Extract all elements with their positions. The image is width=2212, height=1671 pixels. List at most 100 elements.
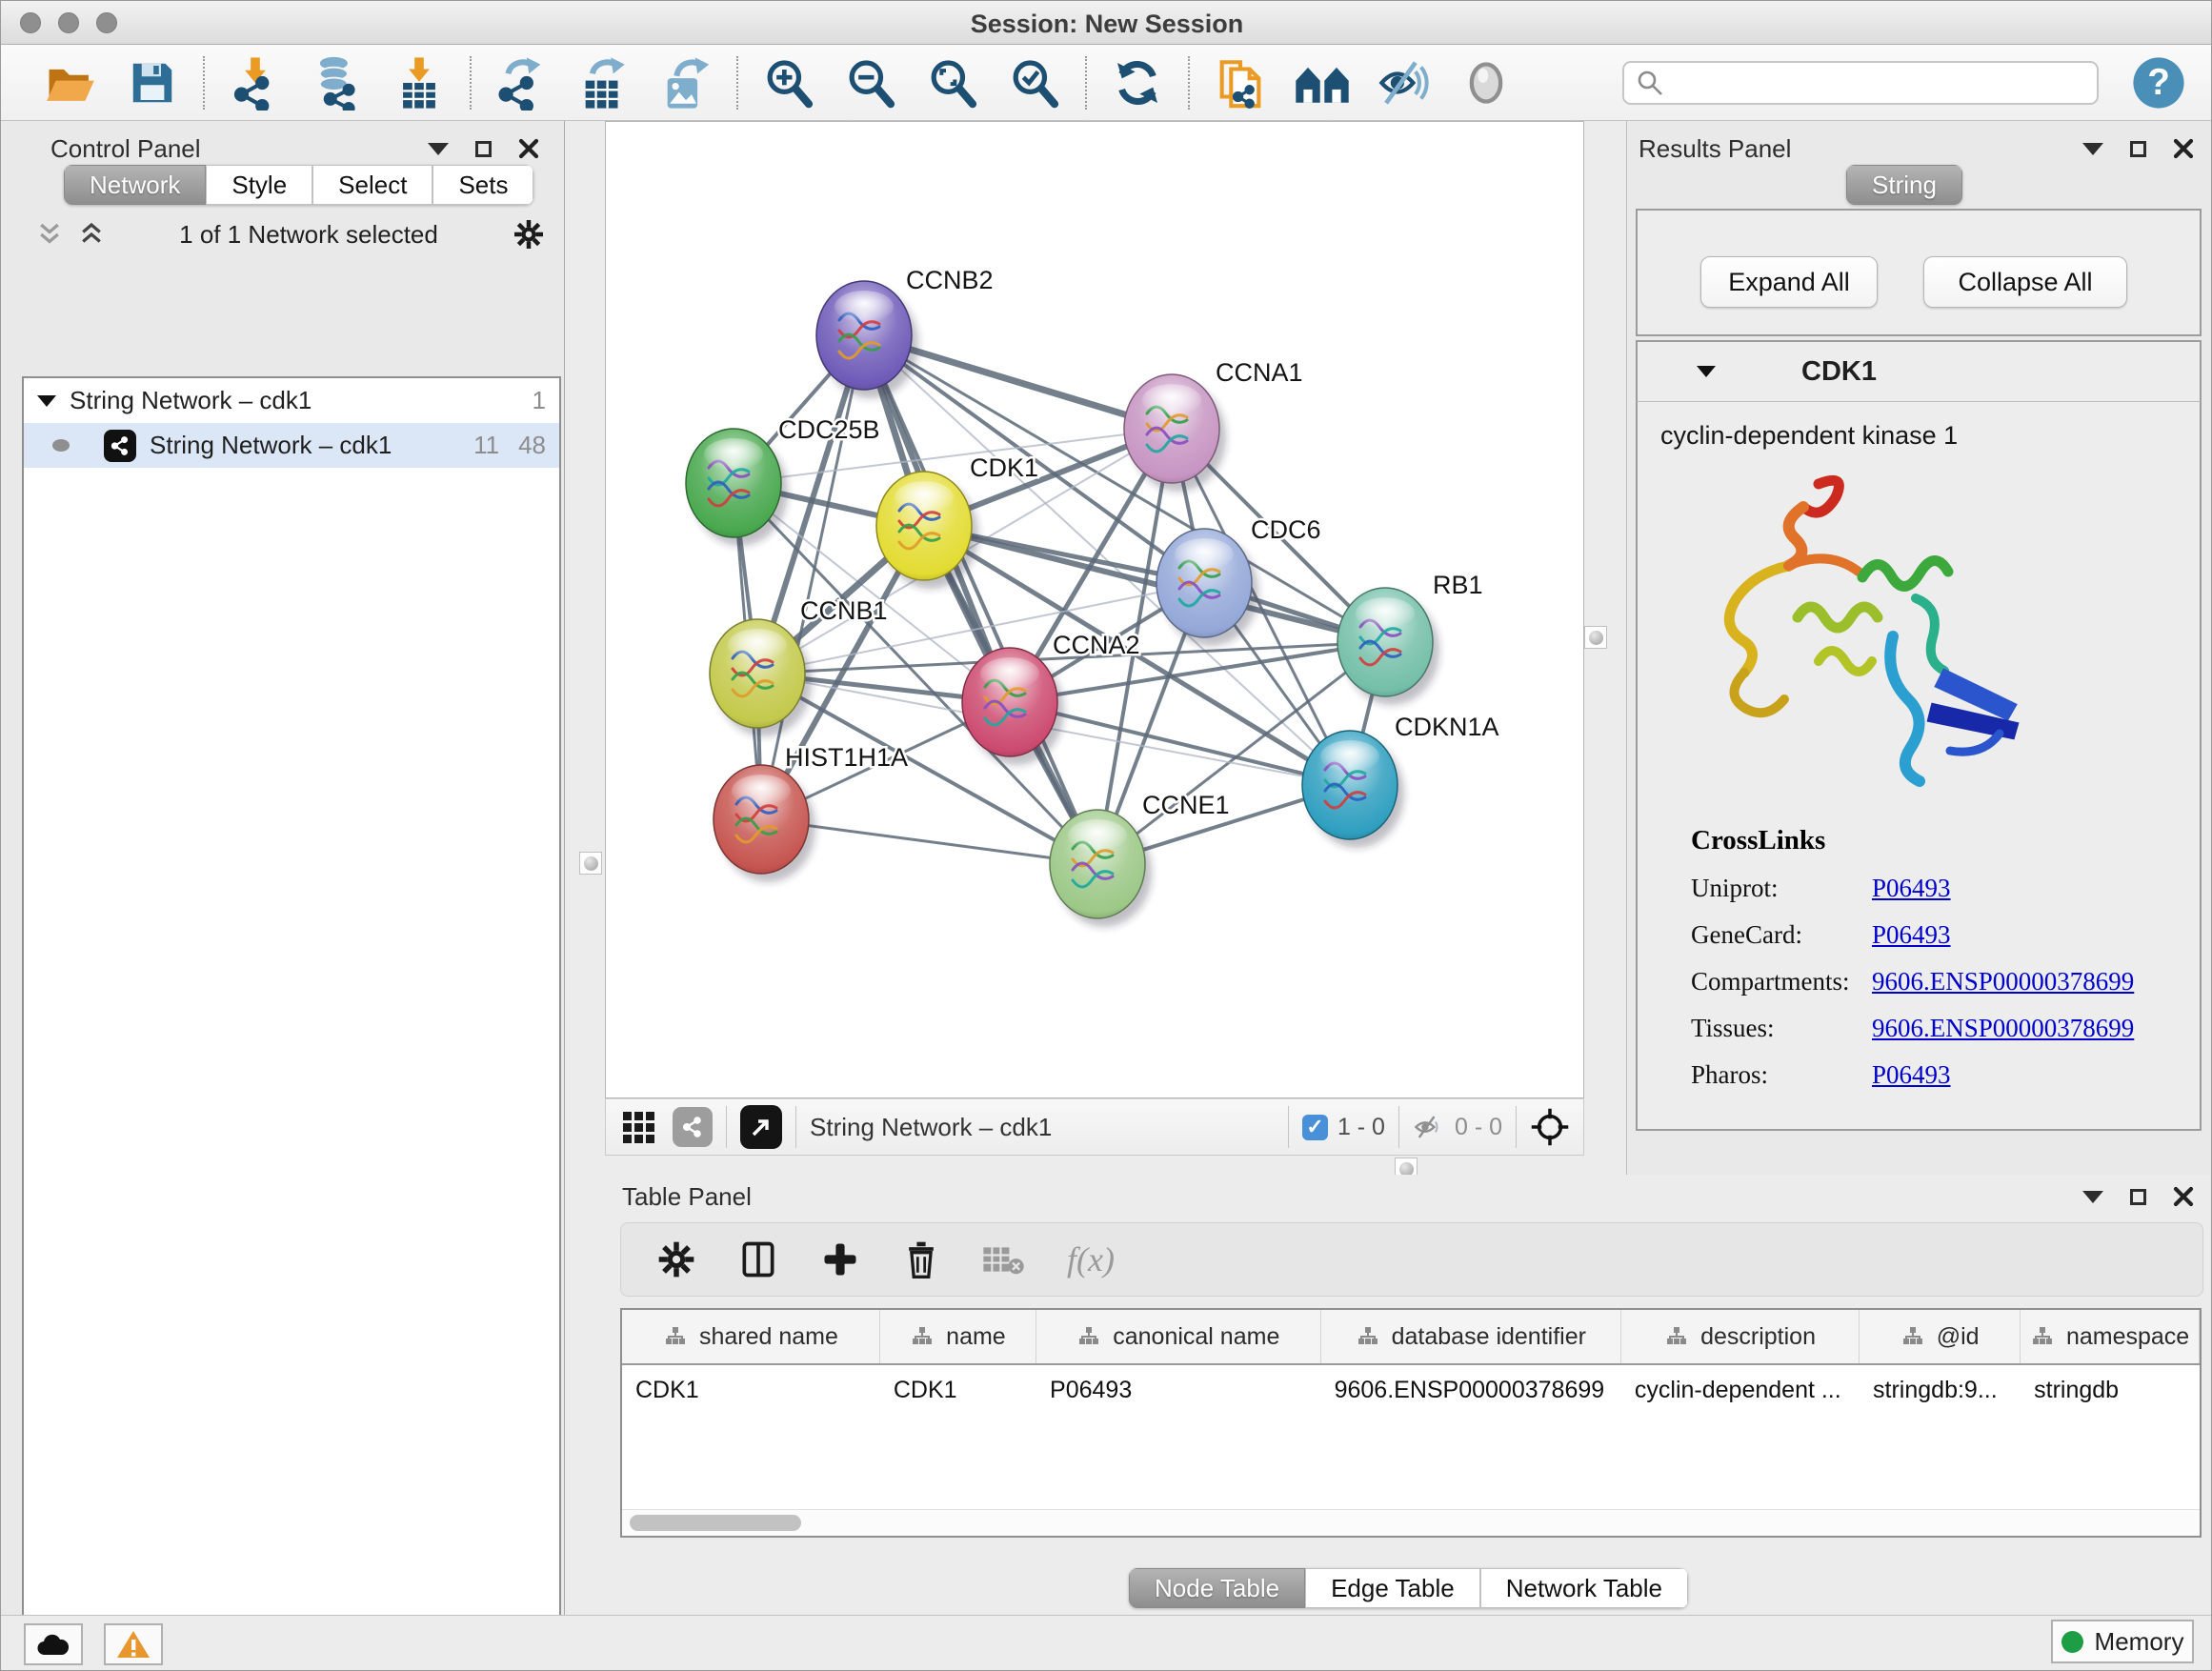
scrollbar-thumb[interactable]	[630, 1515, 801, 1531]
show-columns-icon[interactable]	[737, 1238, 779, 1280]
network-row-selected[interactable]: String Network – cdk1 11 48	[24, 423, 559, 468]
panel-collapse-icon[interactable]	[2082, 143, 2103, 155]
string-view-icon[interactable]	[673, 1107, 713, 1147]
help-button[interactable]: ?	[2131, 55, 2186, 111]
node-CDC6[interactable]: CDC6	[1156, 515, 1321, 646]
function-builder-icon[interactable]: f(x)	[1067, 1239, 1115, 1279]
zoom-out-button[interactable]	[830, 52, 912, 113]
column-header-@id[interactable]: @id	[1860, 1310, 2021, 1363]
column-header-shared-name[interactable]: shared name	[622, 1310, 880, 1363]
node-CCNB2[interactable]: CCNB2	[816, 266, 994, 398]
tab-edge-table[interactable]: Edge Table	[1305, 1568, 1480, 1608]
refresh-icon	[1111, 56, 1164, 110]
table-settings-gear-icon[interactable]	[655, 1238, 697, 1280]
expand-all-chevron-icon[interactable]	[35, 220, 64, 249]
export-image-button[interactable]	[645, 52, 727, 113]
column-header-description[interactable]: description	[1621, 1310, 1860, 1363]
clone-network-button[interactable]	[1199, 52, 1281, 113]
table-horizontal-scrollbar[interactable]	[622, 1509, 2200, 1536]
panel-float-icon[interactable]	[2130, 1189, 2146, 1205]
import-table-from-file-button[interactable]	[378, 52, 460, 113]
table-cell[interactable]: CDK1	[880, 1377, 1036, 1404]
edge-CCNB2-CCNE1[interactable]	[864, 335, 1097, 864]
panel-close-icon[interactable]	[2173, 138, 2194, 159]
table-cell[interactable]: CDK1	[622, 1377, 880, 1404]
selected-checkbox-icon[interactable]: ✓	[1302, 1115, 1328, 1140]
column-header-canonical-name[interactable]: canonical name	[1036, 1310, 1321, 1363]
open-in-window-icon[interactable]	[740, 1105, 782, 1149]
show-all-button[interactable]	[1445, 52, 1527, 113]
tab-sets[interactable]: Sets	[432, 165, 533, 205]
network-collection-row[interactable]: String Network – cdk1 1	[24, 378, 559, 423]
crosslink-link[interactable]: 9606.ENSP00000378699	[1872, 1014, 2134, 1043]
table-cell[interactable]: 9606.ENSP00000378699	[1321, 1377, 1621, 1404]
delete-table-icon[interactable]	[981, 1242, 1027, 1277]
column-header-namespace[interactable]: namespace	[2021, 1310, 2200, 1363]
node-CCNE1[interactable]: CCNE1	[1050, 791, 1230, 927]
export-table-icon	[576, 55, 632, 111]
tab-network[interactable]: Network	[64, 165, 206, 205]
memory-button[interactable]: Memory	[2051, 1620, 2194, 1663]
import-network-from-database-button[interactable]	[296, 52, 378, 113]
column-header-database-identifier[interactable]: database identifier	[1321, 1310, 1621, 1363]
panel-collapse-icon[interactable]	[428, 143, 449, 155]
open-session-button[interactable]	[30, 52, 111, 113]
network-graph[interactable]: CCNB2CCNA1CDC25BCDK1CDC6RB1CCNB1CCNA2CDK…	[606, 122, 1583, 1097]
network-canvas[interactable]: CCNB2CCNA1CDC25BCDK1CDC6RB1CCNB1CCNA2CDK…	[605, 121, 1584, 1098]
table-cell[interactable]: cyclin-dependent ...	[1621, 1377, 1860, 1404]
node-RB1[interactable]: RB1	[1337, 571, 1483, 705]
expand-all-button[interactable]: Expand All	[1700, 256, 1878, 308]
tab-network-table[interactable]: Network Table	[1480, 1568, 1688, 1608]
fit-selected-button[interactable]	[994, 52, 1076, 113]
panel-close-icon[interactable]	[2173, 1186, 2194, 1207]
hide-selected-button[interactable]	[1363, 52, 1445, 113]
search-input[interactable]	[1674, 70, 2085, 96]
left-splitter-grip[interactable]	[579, 852, 602, 875]
first-neighbors-button[interactable]	[1281, 52, 1363, 113]
crosslink-link[interactable]: P06493	[1872, 920, 1951, 950]
refresh-layout-button[interactable]	[1096, 52, 1178, 113]
birdseye-crosshair-icon[interactable]	[1530, 1107, 1570, 1147]
tab-string[interactable]: String	[1846, 165, 1962, 205]
panel-close-icon[interactable]	[518, 138, 539, 159]
zoom-in-button[interactable]	[748, 52, 830, 113]
warning-button[interactable]	[104, 1623, 163, 1665]
panel-float-icon[interactable]	[2130, 141, 2146, 157]
table-cell[interactable]: stringdb:9...	[1860, 1377, 2021, 1404]
add-column-plus-icon[interactable]	[819, 1238, 861, 1280]
table-cell[interactable]: stringdb	[2021, 1377, 2200, 1404]
network-selected-status: 1 of 1 Network selected	[106, 220, 512, 250]
tab-style[interactable]: Style	[206, 165, 312, 205]
result-entry-header[interactable]: CDK1	[1636, 340, 2202, 401]
tab-select[interactable]: Select	[312, 165, 432, 205]
node-CCNB1[interactable]: CCNB1	[710, 596, 888, 736]
delete-column-trash-icon[interactable]	[901, 1238, 941, 1280]
crosslink-link[interactable]: 9606.ENSP00000378699	[1872, 967, 2134, 997]
export-network-button[interactable]	[481, 52, 563, 113]
export-table-button[interactable]	[563, 52, 645, 113]
collapse-all-chevron-icon[interactable]	[77, 220, 106, 249]
grid-view-icon[interactable]	[621, 1110, 655, 1144]
node-CDKN1A[interactable]: CDKN1A	[1302, 713, 1499, 848]
table-row[interactable]: CDK1CDK1P064939606.ENSP00000378699cyclin…	[622, 1365, 2200, 1415]
import-network-from-file-button[interactable]	[214, 52, 296, 113]
right-splitter-grip[interactable]	[1584, 626, 1607, 649]
eye-slash-icon	[1377, 58, 1432, 108]
crosslink-link[interactable]: P06493	[1872, 1060, 1951, 1090]
fit-content-button[interactable]	[912, 52, 994, 113]
node-CDC25B[interactable]: CDC25B	[686, 415, 880, 546]
cloud-button[interactable]	[24, 1623, 83, 1665]
entry-expander-icon[interactable]	[1697, 366, 1716, 377]
collapse-all-button[interactable]: Collapse All	[1923, 256, 2127, 308]
node-HIST1H1A[interactable]: HIST1H1A	[714, 743, 908, 882]
save-session-button[interactable]	[111, 52, 193, 113]
node-CCNA1[interactable]: CCNA1	[1124, 358, 1303, 492]
tree-expander-icon[interactable]	[37, 395, 56, 407]
column-header-name[interactable]: name	[880, 1310, 1036, 1363]
gear-icon[interactable]	[512, 217, 546, 252]
panel-float-icon[interactable]	[475, 141, 492, 157]
table-cell[interactable]: P06493	[1036, 1377, 1321, 1404]
tab-node-table[interactable]: Node Table	[1129, 1568, 1305, 1608]
crosslink-link[interactable]: P06493	[1872, 874, 1951, 903]
panel-collapse-icon[interactable]	[2082, 1191, 2103, 1203]
